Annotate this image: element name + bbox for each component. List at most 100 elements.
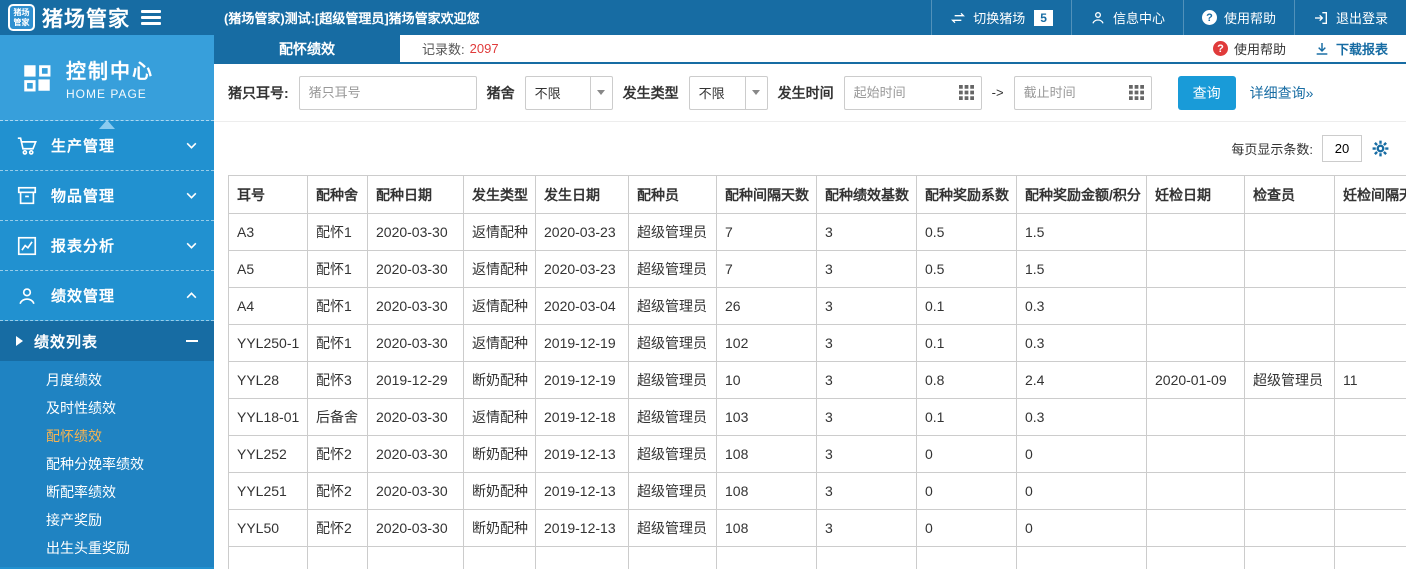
table-cell [228,546,308,569]
sidebar-subitem[interactable]: 接产奖励 [0,506,214,534]
table-row[interactable]: A5 配怀1 2020-03-30 返情配种 2020-03-23 超级管理员 7 3 0.5 1… [228,250,1406,288]
table-cell: 0.1 [916,287,1017,325]
download-report-label: 下载报表 [1335,42,1388,57]
table-cell: 0.3 [1016,287,1147,325]
table-row[interactable]: YYL250-1 配怀1 2020-03-30 返情配种 2019-12-19 超级管理员… [228,324,1406,362]
table-cell [1244,250,1335,288]
table-cell: 超级管理员 [628,472,717,510]
table-cell: YYL50 [228,509,308,547]
ear-number-input[interactable] [298,75,477,110]
table-cell: 返情配种 [463,213,536,251]
table-cell [1334,398,1406,436]
download-report-link[interactable]: 下载报表 [1314,39,1388,58]
table-cell: 3 [816,287,917,325]
tab-mating-performance[interactable]: 配怀绩效 [214,35,400,62]
detail-query-link[interactable]: 详细查询» [1250,83,1314,103]
end-date-input[interactable] [1014,85,1123,100]
calendar-icon[interactable] [1123,85,1151,100]
table-cell: 0.3 [1016,324,1147,362]
tab-bar: 配怀绩效 记录数: 2097 ? 使用帮助 下载报表 [214,35,1406,64]
content-help-label: 使用帮助 [1233,42,1286,57]
table-header-cell: 配种日期 [367,175,464,214]
help-button[interactable]: ? 使用帮助 [1182,0,1294,35]
table-cell: A4 [228,287,308,325]
table-row[interactable]: YYL251 配怀2 2020-03-30 断奶配种 2019-12-13 超级管理员 10… [228,472,1406,510]
table-cell [1334,509,1406,547]
sidebar-subitem[interactable]: 月度绩效 [0,366,214,394]
event-type-select[interactable]: 不限 [688,75,768,110]
farm-count-badge: 5 [1034,9,1053,26]
start-date-input[interactable] [844,85,953,100]
table-cell: 断奶配种 [463,472,536,510]
hamburger-menu-icon[interactable] [141,10,161,25]
table-cell: 7 [716,213,817,251]
menu-label: 物品管理 [51,188,116,205]
table-cell: 2020-03-30 [367,324,464,362]
sidebar-subitem[interactable]: 配怀绩效 [0,422,214,450]
table-cell [1334,435,1406,473]
table-cell: 0.5 [916,213,1017,251]
table-cell [367,546,464,569]
table-cell [1146,324,1245,362]
logout-button[interactable]: 退出登录 [1293,0,1406,35]
table-cell: 0 [916,472,1017,510]
menu-label: 报表分析 [51,238,116,255]
table-row[interactable]: YYL28 配怀3 2019-12-29 断奶配种 2019-12-19 超级管理员 10 3… [228,361,1406,399]
table-header-cell: 发生日期 [535,175,629,214]
table-body: A3 配怀1 2020-03-30 返情配种 2020-03-23 超级管理员 7 3 0.5 1… [228,213,1406,569]
logout-label: 退出登录 [1335,11,1388,26]
pig-house-select[interactable]: 不限 [524,75,613,110]
sidebar-item-reports[interactable]: 报表分析 [0,221,214,271]
table-cell: 2020-03-23 [535,213,629,251]
table-cell [1334,472,1406,510]
sidebar-subitem[interactable]: 配种分娩率绩效 [0,450,214,478]
table-cell: 超级管理员 [628,213,717,251]
table-cell: 0.3 [1016,398,1147,436]
table-cell: 108 [716,472,817,510]
table-cell: 配怀1 [307,213,368,251]
table-cell: 返情配种 [463,398,536,436]
table-cell: 108 [716,435,817,473]
table-header-cell: 检查员 [1244,175,1335,214]
brand: 猪场 管家 猪场管家 [0,0,214,35]
sidebar-item-performance-list[interactable]: 绩效列表 [0,321,214,361]
table-cell: 后备舍 [307,398,368,436]
content-help-link[interactable]: ? 使用帮助 [1212,39,1286,58]
table-cell [1016,546,1147,569]
calendar-icon[interactable] [953,85,981,100]
table-cell: 102 [716,324,817,362]
table-row[interactable]: YYL50 配怀2 2020-03-30 断奶配种 2019-12-13 超级管理员 108… [228,509,1406,547]
sidebar-subitem[interactable]: 出生头重奖励 [0,534,214,562]
table-row[interactable]: A4 配怀1 2020-03-30 返情配种 2020-03-04 超级管理员 26 3 0.1… [228,287,1406,325]
table-header-cell: 配种间隔天数 [716,175,817,214]
table-cell: 3 [816,509,917,547]
event-type-label: 发生类型 [622,84,679,101]
table-cell: 3 [816,472,917,510]
query-button[interactable]: 查询 [1177,75,1236,110]
home-panel[interactable]: 控制中心 HOME PAGE [0,35,214,129]
message-center-button[interactable]: 信息中心 [1070,0,1183,35]
sidebar-subitem[interactable]: 及时性绩效 [0,394,214,422]
sidebar-subitem[interactable]: 断配率绩效 [0,478,214,506]
page-size-input[interactable] [1322,135,1362,162]
table-cell [1146,213,1245,251]
sidebar: 控制中心 HOME PAGE 生产管理 物品管理 报表分析 绩效管理 绩效列表 … [0,35,214,569]
gear-icon[interactable] [1371,139,1390,158]
table-cell [1146,509,1245,547]
topbar: 猪场 管家 猪场管家 (猪场管家)测试:[超级管理员]猪场管家欢迎您 切换猪场 … [0,0,1406,35]
sidebar-item-performance[interactable]: 绩效管理 [0,271,214,321]
record-count-label: 记录数: [422,42,465,57]
table-row[interactable]: YYL252 配怀2 2020-03-30 断奶配种 2019-12-13 超级管理员 10… [228,435,1406,473]
switch-farm-button[interactable]: 切换猪场 5 [931,0,1071,35]
table-header-row: 耳号 配种舍 配种日期 发生类型 发生日期 配种员 配种间隔天数 配种绩效基数 配种奖励系数 配种… [228,175,1406,214]
table-row[interactable]: A3 配怀1 2020-03-30 返情配种 2020-03-23 超级管理员 7 3 0.5 1… [228,213,1406,251]
table-row[interactable]: YYL18-01 后备舍 2020-03-30 返情配种 2019-12-18 超级管理员… [228,398,1406,436]
table-row[interactable] [228,546,1406,569]
sidebar-item-items[interactable]: 物品管理 [0,171,214,221]
table-cell: 103 [716,398,817,436]
table-cell [1244,324,1335,362]
table-cell [1244,509,1335,547]
table-cell: 配怀2 [307,472,368,510]
table-cell [816,546,917,569]
box-icon [16,185,38,207]
